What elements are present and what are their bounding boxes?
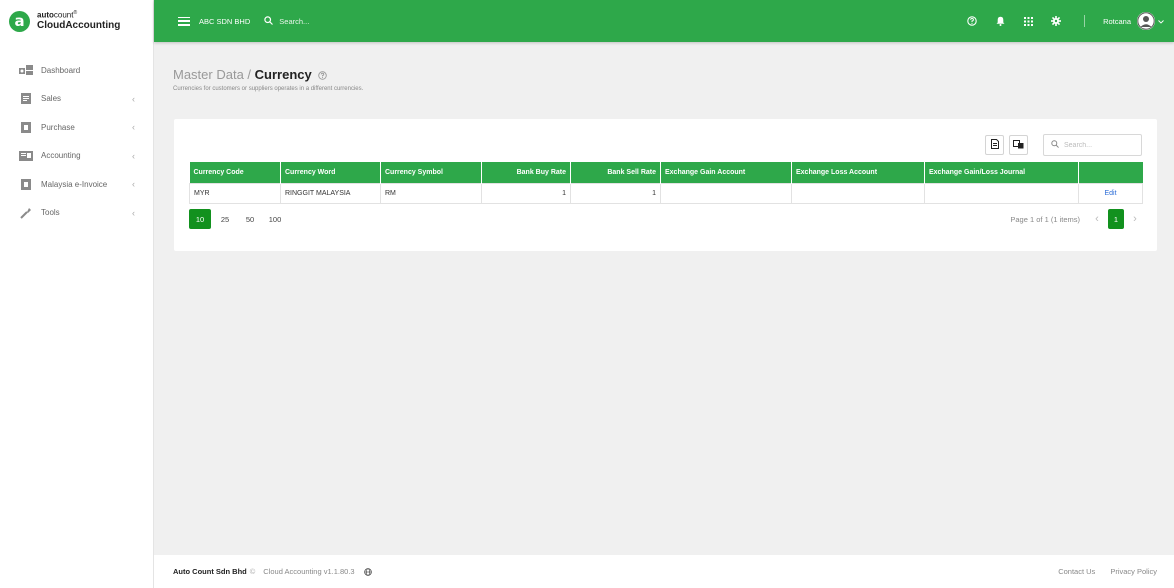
column-chooser-button[interactable]: [1009, 135, 1028, 155]
footer-links: Contact Us Privacy Policy: [1043, 567, 1157, 576]
top-navbar: ABC SDN BHD Rotcana: [154, 0, 1174, 42]
prev-page-icon[interactable]: ‹: [1090, 213, 1104, 225]
cell-currency-word: RINGGIT MALAYSIA: [280, 182, 381, 204]
chevron-left-icon: ‹: [132, 207, 135, 218]
column-header-exchange-gain-account[interactable]: Exchange Gain Account: [660, 162, 792, 183]
sidebar-item-label: Malaysia e-Invoice: [41, 179, 108, 189]
search-icon: [1051, 140, 1059, 150]
apps-grid-icon[interactable]: [1014, 16, 1042, 26]
help-icon[interactable]: [958, 16, 986, 26]
export-button[interactable]: [985, 135, 1004, 155]
pagination: Page 1 of 1 (1 items) ‹ 1 ›: [1010, 209, 1142, 229]
page-size-50[interactable]: 50: [239, 209, 261, 229]
currency-table: Currency Code Currency Word Currency Sym…: [189, 162, 1143, 204]
sidebar-item-label: Accounting: [41, 151, 81, 161]
sidebar-item-accounting[interactable]: Accounting ‹: [0, 142, 153, 171]
page-subtitle: Currencies for customers or suppliers op…: [173, 86, 364, 92]
cell-currency-code: MYR: [189, 182, 281, 204]
page-size-10[interactable]: 10: [189, 209, 211, 229]
sidebar-item-label: Tools: [41, 208, 60, 218]
accounting-icon: [19, 150, 33, 162]
cell-exchange-loss-account: [791, 182, 925, 204]
user-name[interactable]: Rotcana: [1103, 17, 1131, 26]
top-actions: Rotcana: [958, 0, 1174, 42]
chevron-left-icon: ‹: [132, 93, 135, 104]
sidebar-nav: Dashboard Sales ‹ Purchase ‹ Accounting …: [0, 56, 153, 227]
breadcrumb-separator: /: [243, 67, 255, 82]
logo-icon: a: [9, 10, 30, 32]
column-header-currency-word[interactable]: Currency Word: [280, 162, 381, 183]
gear-icon[interactable]: [1042, 16, 1070, 26]
brand-logo[interactable]: a autocount® CloudAccounting: [0, 0, 153, 42]
breadcrumb-parent[interactable]: Master Data: [173, 67, 244, 82]
cell-currency-symbol: RM: [380, 182, 482, 204]
chevron-left-icon: ‹: [132, 179, 135, 190]
table-row[interactable]: MYR RINGGIT MALAYSIA RM 1 1 Edit: [189, 182, 1143, 204]
column-header-exchange-gain-loss-journal[interactable]: Exchange Gain/Loss Journal: [924, 162, 1079, 183]
cell-bank-buy-rate: 1: [481, 182, 571, 204]
sidebar-item-label: Sales: [41, 94, 62, 104]
table-search-input[interactable]: [1064, 141, 1134, 149]
columns-icon: [1013, 139, 1024, 151]
sidebar-item-purchase[interactable]: Purchase ‹: [0, 113, 153, 142]
contact-us-link[interactable]: Contact Us: [1058, 567, 1095, 576]
sidebar-item-tools[interactable]: Tools ‹: [0, 199, 153, 228]
hamburger-menu-icon[interactable]: [178, 16, 190, 26]
topbar-divider: [1084, 15, 1086, 27]
sidebar-item-label: Purchase: [41, 122, 75, 132]
dashboard-icon: [19, 64, 33, 76]
sidebar-item-malaysia-einvoice[interactable]: Malaysia e-Invoice ‹: [0, 170, 153, 199]
column-header-exchange-loss-account[interactable]: Exchange Loss Account: [791, 162, 925, 183]
next-page-icon[interactable]: ›: [1128, 213, 1142, 225]
einvoice-icon: [19, 178, 33, 190]
page-size-100[interactable]: 100: [264, 209, 286, 229]
cell-bank-sell-rate: 1: [570, 182, 661, 204]
cell-exchange-gain-loss-journal: [924, 182, 1079, 204]
sales-icon: [19, 93, 33, 105]
column-header-currency-code[interactable]: Currency Code: [189, 162, 281, 183]
top-search: [264, 15, 400, 27]
purchase-icon: [19, 121, 33, 133]
footer-version: Cloud Accounting v1.1.80.3: [263, 567, 355, 576]
chevron-left-icon: ‹: [132, 122, 135, 133]
company-selector[interactable]: ABC SDN BHD: [199, 17, 250, 26]
page-title: Master Data / Currency: [173, 67, 328, 83]
column-header-bank-sell-rate[interactable]: Bank Sell Rate: [570, 162, 661, 183]
sidebar-item-label: Dashboard: [41, 65, 81, 75]
currency-card: Currency Code Currency Word Currency Sym…: [174, 119, 1157, 251]
page-info: Page 1 of 1 (1 items): [1010, 214, 1080, 224]
logo-text: autocount® CloudAccounting: [37, 11, 120, 31]
help-circle-icon[interactable]: [318, 68, 328, 83]
wrench-icon: [19, 207, 33, 219]
sidebar-item-dashboard[interactable]: Dashboard: [0, 56, 153, 85]
bell-icon[interactable]: [986, 16, 1014, 26]
breadcrumb-current: Currency: [254, 67, 312, 82]
edit-link[interactable]: Edit: [1078, 182, 1143, 204]
cell-exchange-gain-account: [660, 182, 792, 204]
table-header-row: Currency Code Currency Word Currency Sym…: [189, 162, 1143, 183]
column-header-bank-buy-rate[interactable]: Bank Buy Rate: [481, 162, 571, 183]
column-header-actions: [1078, 162, 1143, 183]
copyright-icon: ©: [249, 567, 256, 576]
footer-company: Auto Count Sdn Bhd: [173, 567, 247, 576]
globe-icon[interactable]: [363, 567, 372, 576]
page-number-button[interactable]: 1: [1108, 209, 1124, 229]
avatar[interactable]: [1137, 12, 1155, 30]
footer: Auto Count Sdn Bhd © Cloud Accounting v1…: [154, 555, 1174, 588]
privacy-policy-link[interactable]: Privacy Policy: [1110, 567, 1157, 576]
logo-wordmark: autocount®: [37, 10, 78, 20]
sidebar: a autocount® CloudAccounting Dashboard S…: [0, 0, 154, 588]
page-size-selector: 10 25 50 100: [189, 209, 289, 229]
chevron-left-icon: ‹: [132, 150, 135, 161]
sidebar-item-sales[interactable]: Sales ‹: [0, 85, 153, 114]
logo-product-name: CloudAccounting: [37, 19, 121, 31]
page-size-25[interactable]: 25: [214, 209, 236, 229]
document-icon: [990, 139, 999, 151]
chevron-down-icon[interactable]: [1158, 17, 1164, 26]
search-icon[interactable]: [264, 15, 274, 27]
table-search: [1043, 134, 1142, 156]
column-header-currency-symbol[interactable]: Currency Symbol: [380, 162, 482, 183]
top-search-input[interactable]: [279, 16, 400, 26]
